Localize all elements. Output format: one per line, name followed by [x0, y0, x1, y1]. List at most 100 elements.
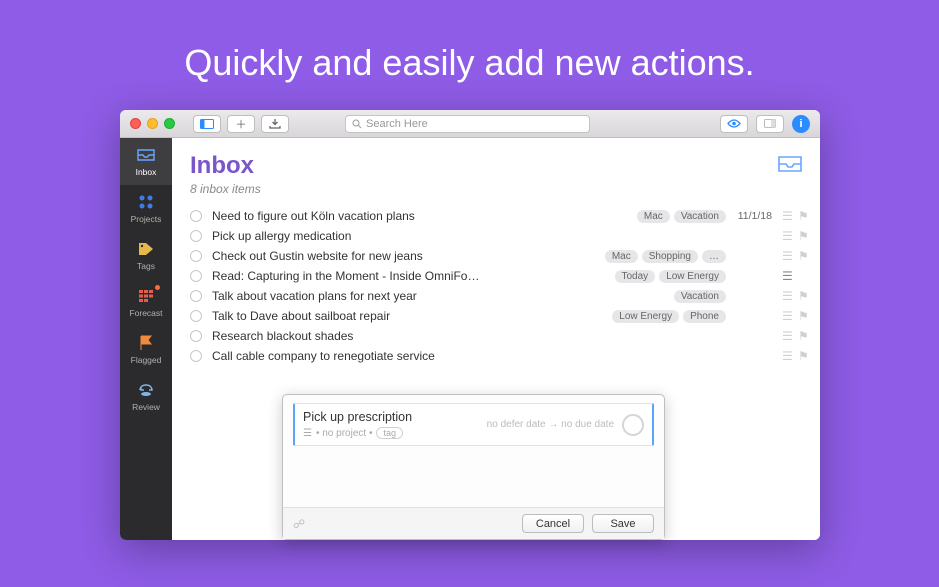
item-title: Read: Capturing in the Moment - Inside O… — [212, 269, 605, 283]
sidebar-item-review[interactable]: Review — [120, 373, 172, 420]
item-title: Need to figure out Köln vacation plans — [212, 209, 627, 223]
tag-chip[interactable]: Vacation — [674, 290, 726, 303]
tag-chip[interactable]: Low Energy — [612, 310, 679, 323]
item-action-icons: ☰⚑ — [782, 289, 808, 303]
tag-chip[interactable]: Vacation — [674, 210, 726, 223]
tag-chip[interactable]: Mac — [605, 250, 638, 263]
add-button[interactable]: ＋ — [227, 115, 255, 133]
inspector-icon — [764, 119, 776, 128]
item-title: Call cable company to renegotiate servic… — [212, 349, 716, 363]
flag-icon — [136, 334, 156, 352]
flag-icon[interactable]: ⚑ — [798, 229, 808, 243]
note-icon[interactable]: ☰ — [782, 309, 792, 323]
sidebar-item-projects[interactable]: Projects — [120, 185, 172, 232]
inbox-header-icon — [778, 156, 802, 172]
status-circle-icon[interactable] — [190, 330, 202, 342]
titlebar: ＋ Search Here i — [120, 110, 820, 138]
list-item[interactable]: Research blackout shades☰⚑ — [172, 326, 820, 346]
quick-entry-tag-input[interactable]: tag — [376, 427, 403, 439]
review-icon — [136, 381, 156, 399]
item-title: Pick up allergy medication — [212, 229, 716, 243]
quick-entry-dialog: Pick up prescription ☰ • no project • ta… — [282, 394, 665, 540]
status-circle-icon[interactable] — [190, 230, 202, 242]
sidebar-item-label: Forecast — [129, 308, 162, 318]
download-button[interactable] — [261, 115, 289, 133]
item-tags: Mac Shopping … — [605, 250, 726, 263]
item-action-icons: ☰⚑ — [782, 229, 808, 243]
link-icon[interactable]: ☍ — [293, 517, 305, 531]
zoom-icon[interactable] — [164, 118, 175, 129]
status-circle-icon[interactable] — [622, 414, 644, 436]
list-item[interactable]: Read: Capturing in the Moment - Inside O… — [172, 266, 820, 286]
status-circle-icon[interactable] — [190, 350, 202, 362]
status-circle-icon[interactable] — [190, 250, 202, 262]
tag-chip[interactable]: … — [702, 250, 726, 263]
status-circle-icon[interactable] — [190, 210, 202, 222]
quick-entry-title-input[interactable]: Pick up prescription — [303, 410, 487, 424]
minimize-icon[interactable] — [147, 118, 158, 129]
status-circle-icon[interactable] — [190, 310, 202, 322]
sidebar: Inbox Projects Tags Forecast Flagged — [120, 138, 172, 540]
list-item[interactable]: Check out Gustin website for new jeans Ma… — [172, 246, 820, 266]
item-title: Talk about vacation plans for next year — [212, 289, 664, 303]
flag-icon[interactable]: ⚑ — [798, 249, 808, 263]
item-tags: Low Energy Phone — [612, 310, 726, 323]
item-action-icons: ☰⚑ — [782, 209, 808, 223]
tag-chip[interactable]: Phone — [683, 310, 726, 323]
sidebar-item-label: Flagged — [131, 355, 162, 365]
note-icon[interactable]: ☰ — [782, 229, 792, 243]
list-item[interactable]: Talk to Dave about sailboat repairLow En… — [172, 306, 820, 326]
tag-chip[interactable]: Shopping — [642, 250, 698, 263]
promo-title: Quickly and easily add new actions. — [0, 0, 939, 84]
item-title: Research blackout shades — [212, 329, 716, 343]
status-circle-icon[interactable] — [190, 270, 202, 282]
sidebar-item-flagged[interactable]: Flagged — [120, 326, 172, 373]
note-icon[interactable]: ☰ — [782, 329, 792, 343]
main-header: Inbox 8 inbox items — [172, 138, 820, 206]
inbox-icon — [136, 146, 156, 164]
note-icon[interactable]: ☰ — [782, 349, 792, 363]
info-button[interactable]: i — [792, 115, 810, 133]
list-item[interactable]: Pick up allergy medication☰⚑ — [172, 226, 820, 246]
item-action-icons: ☰⚑ — [782, 249, 808, 263]
status-circle-icon[interactable] — [190, 290, 202, 302]
cancel-button[interactable]: Cancel — [522, 514, 584, 533]
item-tags: TodayLow Energy — [615, 270, 727, 283]
item-action-icons: ☰⚑ — [782, 329, 808, 343]
search-placeholder: Search Here — [366, 118, 428, 130]
note-icon[interactable]: ☰ — [782, 209, 792, 223]
item-title: Check out Gustin website for new jeans — [212, 249, 595, 263]
page-subtitle: 8 inbox items — [190, 182, 778, 196]
sidebar-toggle-button[interactable] — [193, 115, 221, 133]
note-icon[interactable]: ☰ — [782, 269, 792, 283]
flag-icon[interactable]: ⚑ — [798, 209, 808, 223]
search-input[interactable]: Search Here — [345, 115, 590, 133]
sidebar-item-tags[interactable]: Tags — [120, 232, 172, 279]
flag-icon[interactable]: ⚑ — [798, 289, 808, 303]
list-item[interactable]: Call cable company to renegotiate servic… — [172, 346, 820, 366]
sidebar-item-forecast[interactable]: Forecast — [120, 279, 172, 326]
quick-entry-dates[interactable]: no defer date → no due date — [487, 419, 614, 430]
tags-icon — [136, 240, 156, 258]
view-button[interactable] — [720, 115, 748, 133]
page-title: Inbox — [190, 152, 778, 180]
quick-entry-project[interactable]: • no project • — [316, 428, 372, 439]
note-icon[interactable]: ☰ — [782, 289, 792, 303]
save-button[interactable]: Save — [592, 514, 654, 533]
tag-chip[interactable]: Mac — [637, 210, 670, 223]
quick-entry-card[interactable]: Pick up prescription ☰ • no project • ta… — [293, 403, 654, 446]
due-date: no due date — [561, 419, 614, 430]
close-icon[interactable] — [130, 118, 141, 129]
tag-chip[interactable]: Today — [615, 270, 656, 283]
sidebar-item-label: Tags — [137, 261, 155, 271]
flag-icon[interactable]: ⚑ — [798, 329, 808, 343]
list-item[interactable]: Need to figure out Köln vacation plans Ma… — [172, 206, 820, 226]
tag-chip[interactable]: Low Energy — [659, 270, 726, 283]
arrow-icon: → — [548, 419, 558, 430]
list-item[interactable]: Talk about vacation plans for next year V… — [172, 286, 820, 306]
sidebar-item-inbox[interactable]: Inbox — [120, 138, 172, 185]
flag-icon[interactable]: ⚑ — [798, 349, 808, 363]
flag-icon[interactable]: ⚑ — [798, 309, 808, 323]
note-icon[interactable]: ☰ — [782, 249, 792, 263]
inspector-button[interactable] — [756, 115, 784, 133]
